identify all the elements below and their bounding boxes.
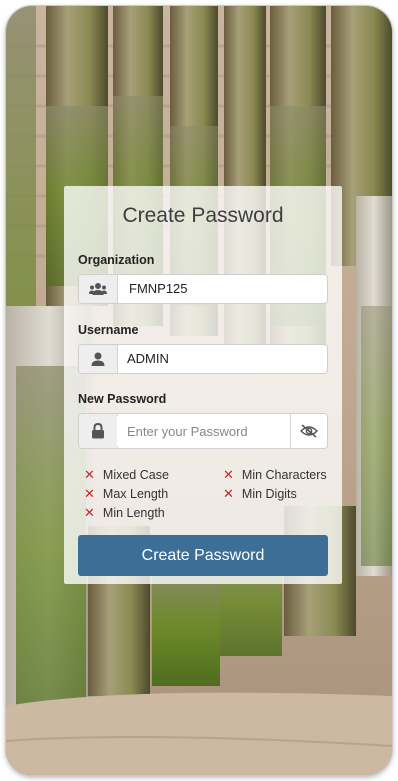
- rule-min-length: ✕ Min Length: [84, 505, 165, 521]
- x-icon: ✕: [84, 505, 95, 520]
- username-field[interactable]: ADMIN: [78, 344, 328, 374]
- eye-slash-icon[interactable]: [290, 414, 327, 448]
- new-password-label: New Password: [78, 392, 167, 406]
- new-password-field: [78, 413, 328, 449]
- create-password-button[interactable]: Create Password: [78, 535, 328, 576]
- new-password-input[interactable]: [117, 416, 291, 446]
- rule-max-length: ✕ Max Length: [84, 486, 168, 502]
- rule-min-characters-label: Min Characters: [241, 468, 327, 482]
- organization-label: Organization: [78, 253, 155, 267]
- rule-max-length-label: Max Length: [102, 487, 169, 501]
- user-icon: [79, 345, 118, 373]
- rule-min-digits: ✕ Min Digits: [223, 486, 297, 502]
- x-icon: ✕: [223, 486, 234, 501]
- organization-value: FMNP125: [129, 281, 188, 296]
- rule-mixed-case-label: Mixed Case: [102, 468, 169, 482]
- x-icon: ✕: [84, 467, 95, 482]
- rule-min-characters: ✕ Min Characters: [223, 467, 327, 483]
- username-value: ADMIN: [127, 351, 169, 366]
- page-title: Create Password: [122, 204, 284, 227]
- create-password-card: Create Password Organization FMNP125 Use…: [64, 186, 342, 584]
- lock-icon: [79, 414, 118, 448]
- organization-field[interactable]: FMNP125: [78, 274, 328, 304]
- username-label: Username: [78, 323, 139, 337]
- rule-min-digits-label: Min Digits: [241, 487, 297, 501]
- device-frame: Create Password Organization FMNP125 Use…: [6, 6, 392, 775]
- users-icon: [79, 275, 118, 303]
- rule-min-length-label: Min Length: [102, 506, 165, 520]
- x-icon: ✕: [223, 467, 234, 482]
- rule-mixed-case: ✕ Mixed Case: [84, 467, 169, 483]
- x-icon: ✕: [84, 486, 95, 501]
